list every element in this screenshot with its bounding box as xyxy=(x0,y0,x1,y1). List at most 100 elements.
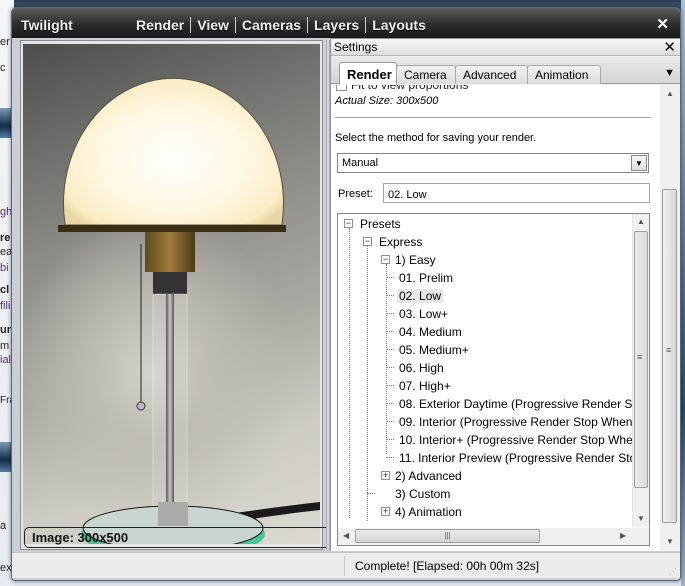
tab-advanced[interactable]: Advanced xyxy=(455,65,528,84)
scroll-up-icon[interactable]: ▲ xyxy=(666,89,674,98)
tree-node-advanced[interactable]: + 2) Advanced xyxy=(378,467,464,485)
lamp-globe xyxy=(63,78,284,226)
preset-input[interactable] xyxy=(383,183,650,203)
tree-horizontal-scrollbar[interactable]: ◀ ||| ▶ xyxy=(338,528,634,545)
presets-tree: − Presets − Express − 1) Easy 01. Prelim… xyxy=(337,213,650,546)
tree-item-preset[interactable]: 10. Interior+ (Progressive Render Stop W… xyxy=(397,431,649,449)
scroll-up-icon[interactable]: ▲ xyxy=(637,217,645,226)
tree-connector xyxy=(386,457,394,458)
actual-size-text: Actual Size: 300x500 xyxy=(335,95,439,107)
menu-cameras[interactable]: Cameras xyxy=(236,17,309,33)
lamp-base-hub xyxy=(158,502,188,526)
bg-text: c xyxy=(0,62,6,74)
collapse-icon[interactable]: − xyxy=(344,219,353,228)
tree-node-express[interactable]: − Express xyxy=(360,233,424,251)
tree-connector xyxy=(386,277,394,278)
bg-text: ex xyxy=(0,562,12,574)
chevron-down-icon[interactable]: ▼ xyxy=(631,155,647,171)
tree-item-preset[interactable]: 08. Exterior Daytime (Progressive Render… xyxy=(397,395,649,413)
tab-animation[interactable]: Animation xyxy=(527,65,601,84)
tab-camera[interactable]: Camera xyxy=(396,65,456,84)
tree-connector xyxy=(386,403,394,404)
settings-panel: Settings ✕ Render Camera Advanced Animat… xyxy=(330,38,680,551)
collapse-icon[interactable]: − xyxy=(381,255,390,264)
scroll-left-icon[interactable]: ◀ xyxy=(343,531,349,540)
title-bar: Twilight Render View Cameras Layers Layo… xyxy=(12,8,680,38)
lamp-render-graphic xyxy=(58,78,320,544)
scroll-down-icon[interactable]: ▼ xyxy=(666,537,674,546)
tree-connector xyxy=(386,367,394,368)
resize-grip-icon[interactable]: ⋰ xyxy=(669,567,677,576)
render-settings-body: Fit to view proportions Actual Size: 300… xyxy=(331,85,660,551)
menu-render[interactable]: Render xyxy=(130,17,192,33)
app-title: Twilight xyxy=(21,17,73,33)
settings-vertical-scrollbar[interactable]: ▲ ≡ ▼ xyxy=(660,85,680,551)
tree-node-animation[interactable]: + 4) Animation xyxy=(378,503,464,521)
tree-item-preset-selected[interactable]: 02. Low xyxy=(397,287,444,305)
tree-vertical-scrollbar[interactable]: ▲ ≡ ▼ xyxy=(632,214,649,527)
fit-to-view-row[interactable]: Fit to view proportions xyxy=(336,85,468,92)
save-method-label: Select the method for saving your render… xyxy=(335,132,537,144)
tree-node-custom[interactable]: 3) Custom xyxy=(378,485,452,503)
tree-item-preset[interactable]: 07. High+ xyxy=(397,377,453,395)
scroll-down-icon[interactable]: ▼ xyxy=(637,514,645,523)
tree-item-preset[interactable]: 04. Medium xyxy=(397,323,464,341)
expand-icon[interactable]: + xyxy=(381,507,390,516)
render-view: Image: 300x500 xyxy=(20,40,329,550)
tab-render[interactable]: Render xyxy=(339,62,397,85)
tree-connector xyxy=(386,264,387,454)
tree-connector xyxy=(349,228,350,518)
save-method-value: Manual xyxy=(342,157,379,169)
bg-text: er xyxy=(0,36,10,48)
grip-icon: ≡ xyxy=(637,352,642,362)
bg-text: m xyxy=(0,340,10,352)
bg-text: ial xyxy=(0,354,12,366)
settings-title: Settings xyxy=(334,40,378,54)
menu-layouts[interactable]: Layouts xyxy=(366,17,432,33)
image-size-label: Image: 300x500 xyxy=(24,527,329,548)
tree-item-preset[interactable]: 11. Interior Preview (Progressive Render… xyxy=(397,449,649,467)
settings-vertical-scroll-thumb[interactable]: ≡ xyxy=(662,189,677,523)
status-separator xyxy=(344,556,345,576)
settings-header: Settings ✕ xyxy=(331,39,680,56)
desktop-background-right xyxy=(681,0,685,586)
tree-item-preset[interactable]: 09. Interior (Progressive Render Stop Wh… xyxy=(397,413,649,431)
tree-node-easy[interactable]: − 1) Easy xyxy=(378,251,438,269)
fit-to-view-checkbox[interactable] xyxy=(336,85,347,92)
tree-node-presets[interactable]: − Presets xyxy=(341,215,403,233)
scroll-right-icon[interactable]: ▶ xyxy=(620,531,626,540)
bg-text: re xyxy=(0,232,11,244)
tree-connector xyxy=(386,385,394,386)
bg-text: bi xyxy=(0,262,9,274)
bg-text: fili xyxy=(0,300,11,312)
tree-item-preset[interactable]: 05. Medium+ xyxy=(397,341,471,359)
menu-layers[interactable]: Layers xyxy=(308,17,367,33)
tabs-overflow-icon[interactable]: ▼ xyxy=(664,67,675,79)
settings-tabs: Render Camera Advanced Animation ▼ xyxy=(331,57,680,85)
fit-to-view-label: Fit to view proportions xyxy=(351,85,469,92)
menu-bar: Render View Cameras Layers Layouts xyxy=(130,17,432,33)
settings-close-icon[interactable]: ✕ xyxy=(663,38,676,56)
menu-view[interactable]: View xyxy=(191,17,236,33)
divider xyxy=(335,117,651,118)
tree-vertical-scroll-thumb[interactable]: ≡ xyxy=(634,231,648,488)
scroll-corner xyxy=(632,528,649,545)
tree-item-preset[interactable]: 06. High xyxy=(397,359,446,377)
close-icon[interactable]: ✕ xyxy=(656,15,669,33)
tree-item-preset[interactable]: 01. Prelim xyxy=(397,269,455,287)
bg-text: cl xyxy=(0,284,10,296)
render-status-text: Complete! [Elapsed: 00h 00m 32s] xyxy=(355,559,540,573)
collapse-icon[interactable]: − xyxy=(363,237,372,246)
expand-icon[interactable]: + xyxy=(381,471,390,480)
twilight-window: Twilight Render View Cameras Layers Layo… xyxy=(11,7,681,581)
tree-connector xyxy=(367,493,375,494)
lamp-stem xyxy=(166,294,174,524)
lamp-fitting xyxy=(145,232,195,272)
tree-connector xyxy=(386,349,394,350)
lamp-shade-rim xyxy=(58,225,286,232)
lamp-collar xyxy=(153,272,187,294)
save-method-select[interactable]: Manual ▼ xyxy=(337,153,649,173)
tree-connector xyxy=(386,439,394,440)
tree-horizontal-scroll-thumb[interactable]: ||| xyxy=(355,529,540,543)
tree-item-preset[interactable]: 03. Low+ xyxy=(397,305,450,323)
